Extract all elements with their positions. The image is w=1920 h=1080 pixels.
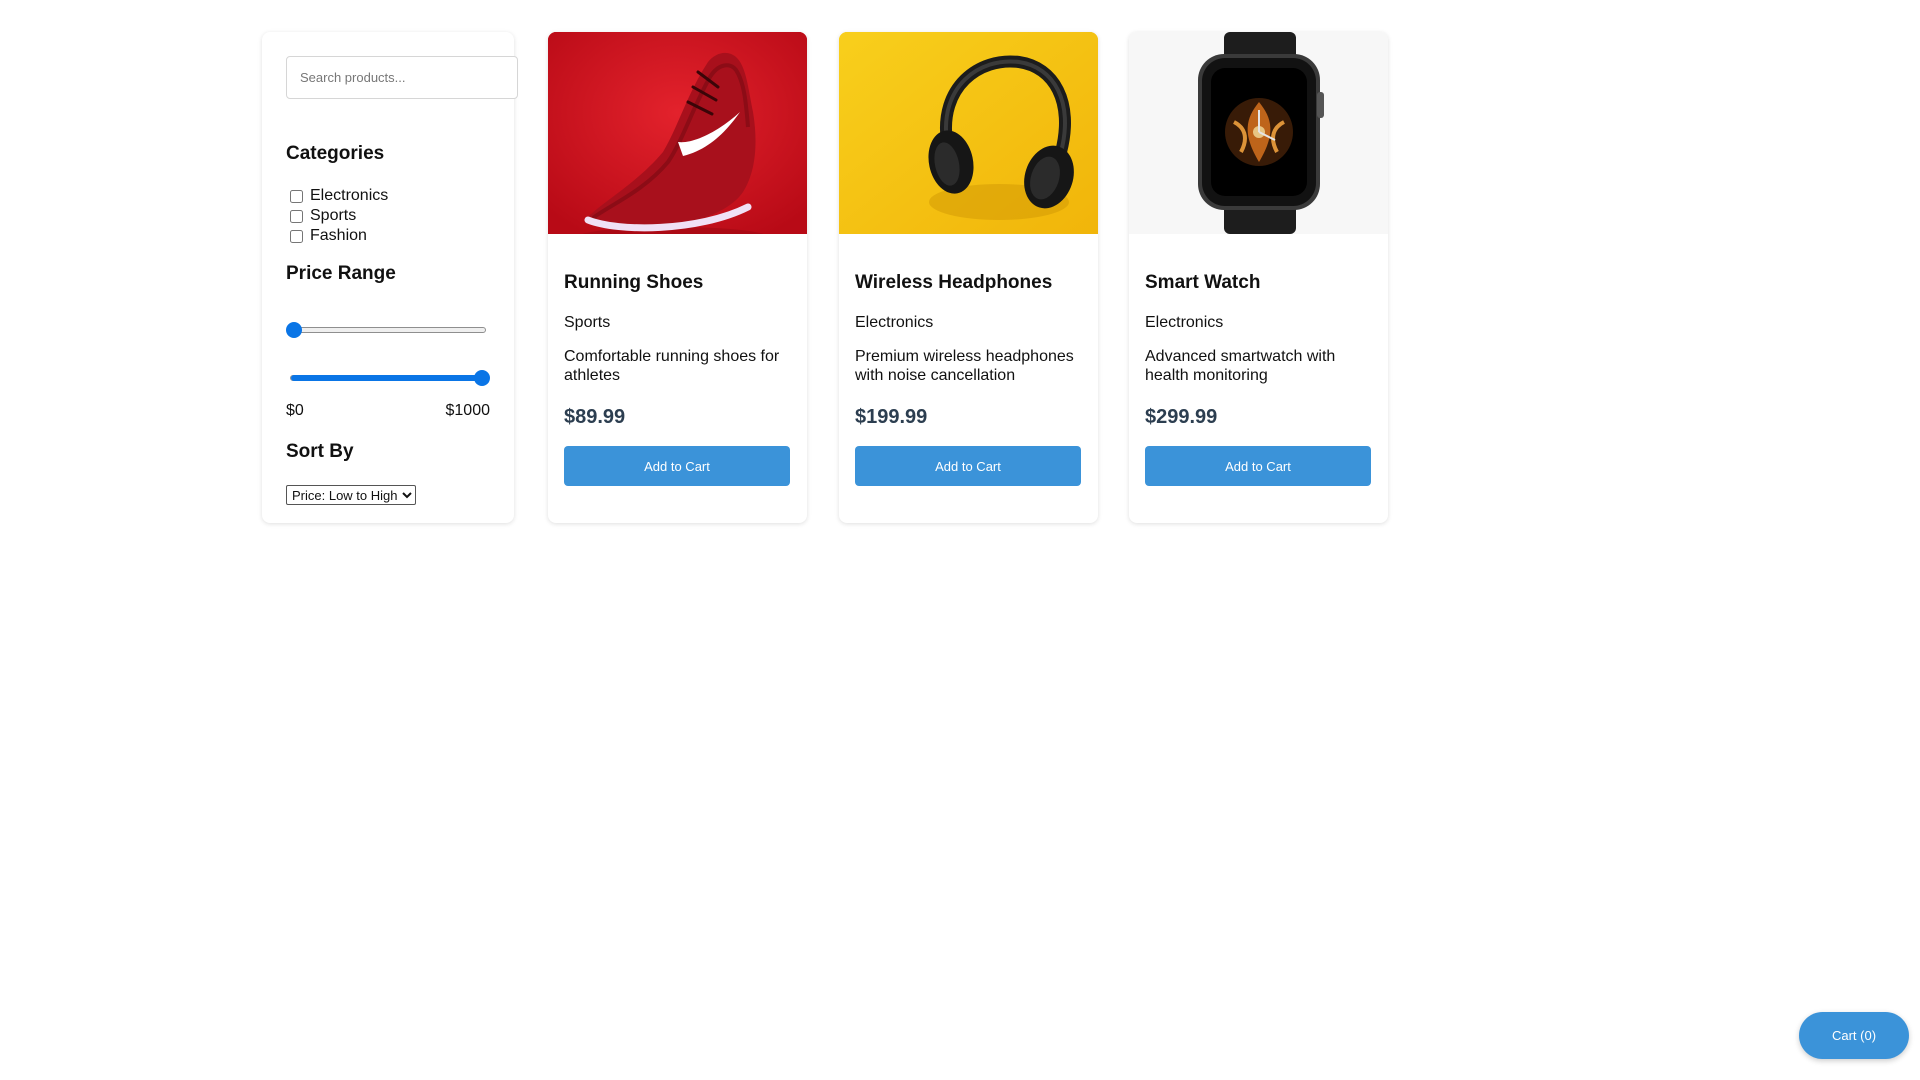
add-to-cart-button[interactable]: Add to Cart [1145,446,1371,486]
product-body: Wireless Headphones Electronics Premium … [839,234,1098,486]
product-card: Smart Watch Electronics Advanced smartwa… [1129,32,1388,523]
product-category: Electronics [1145,314,1224,331]
category-item-fashion[interactable]: Fashion [286,226,490,246]
running-shoe-icon [548,32,807,234]
category-label: Electronics [310,187,389,204]
min-price-slider[interactable] [286,320,490,340]
product-title: Running Shoes [564,272,704,293]
product-card: Wireless Headphones Electronics Premium … [839,32,1098,523]
product-image [1129,32,1388,234]
slider-track [290,375,486,381]
product-body: Smart Watch Electronics Advanced smartwa… [1129,234,1388,486]
price-range-heading: Price Range [286,263,396,284]
sort-by-heading: Sort By [286,441,354,462]
max-price-label: $1000 [445,402,491,419]
category-item-sports[interactable]: Sports [286,206,490,226]
slider-track [290,327,486,333]
product-price: $89.99 [564,406,626,428]
product-description: Premium wireless headphones with noise c… [855,348,1074,384]
product-price: $299.99 [1145,406,1218,428]
category-item-electronics[interactable]: Electronics [286,186,490,206]
slider-thumb[interactable] [474,370,490,386]
product-category: Electronics [855,314,934,331]
sports-checkbox[interactable] [290,209,303,223]
add-to-cart-button[interactable]: Add to Cart [564,446,790,486]
min-price-label: $0 [286,402,304,419]
price-range-labels: $0 $1000 [286,402,490,420]
category-label: Sports [310,207,357,224]
search-input[interactable] [286,56,518,99]
max-price-slider[interactable] [286,368,490,388]
product-description: Comfortable running shoes for athletes [564,348,780,384]
categories-heading: Categories [286,143,385,164]
product-title: Wireless Headphones [855,272,1053,293]
product-price: $199.99 [855,406,928,428]
fashion-checkbox[interactable] [290,229,303,243]
product-card: Running Shoes Sports Comfortable running… [548,32,807,523]
slider-fill [291,375,485,381]
cart-button[interactable]: Cart (0) [1799,1012,1909,1059]
add-to-cart-button[interactable]: Add to Cart [855,446,1081,486]
product-image [839,32,1098,234]
smartwatch-icon [1129,32,1388,234]
sort-select[interactable]: Price: Low to High [286,485,416,505]
product-description: Advanced smartwatch with health monitori… [1145,348,1336,384]
slider-thumb[interactable] [286,322,302,338]
electronics-checkbox[interactable] [290,189,303,203]
product-title: Smart Watch [1145,272,1261,293]
category-list: Electronics Sports Fashion [286,186,490,246]
product-category: Sports [564,314,611,331]
headphones-icon [839,32,1098,234]
product-image [548,32,807,234]
filter-sidebar: Categories Electronics Sports Fashion Pr… [262,32,518,523]
product-body: Running Shoes Sports Comfortable running… [548,234,807,486]
category-label: Fashion [310,227,367,244]
page: Categories Electronics Sports Fashion Pr… [0,0,1920,1080]
